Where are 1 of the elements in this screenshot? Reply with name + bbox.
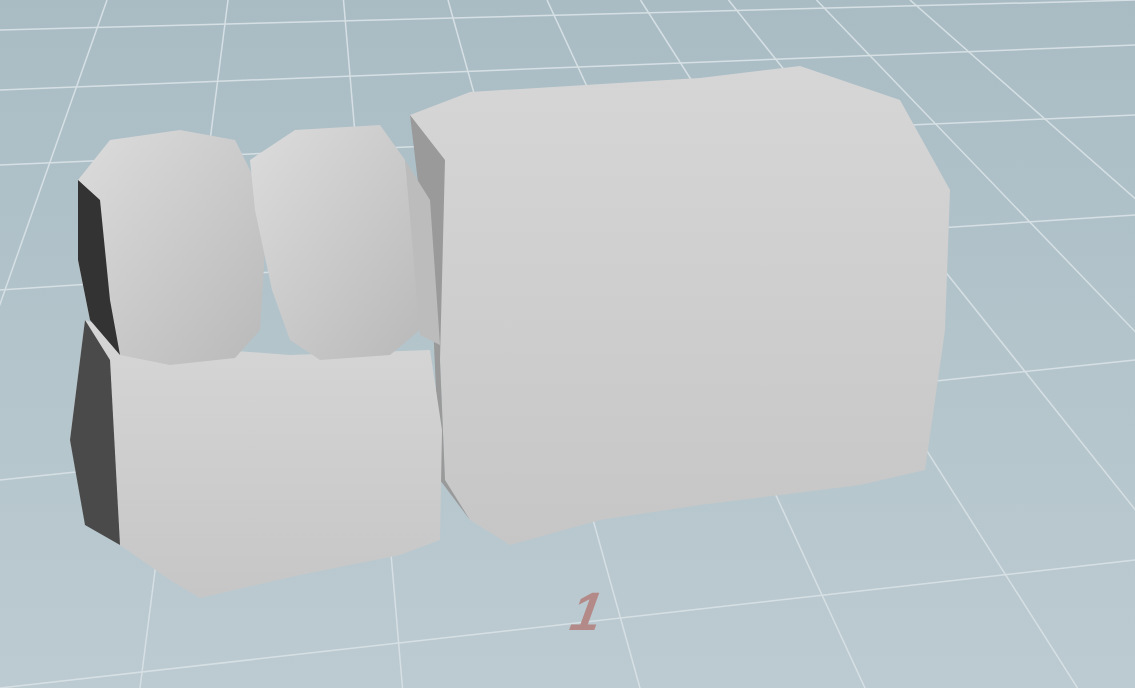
grid-axis-label: 1	[561, 581, 614, 642]
